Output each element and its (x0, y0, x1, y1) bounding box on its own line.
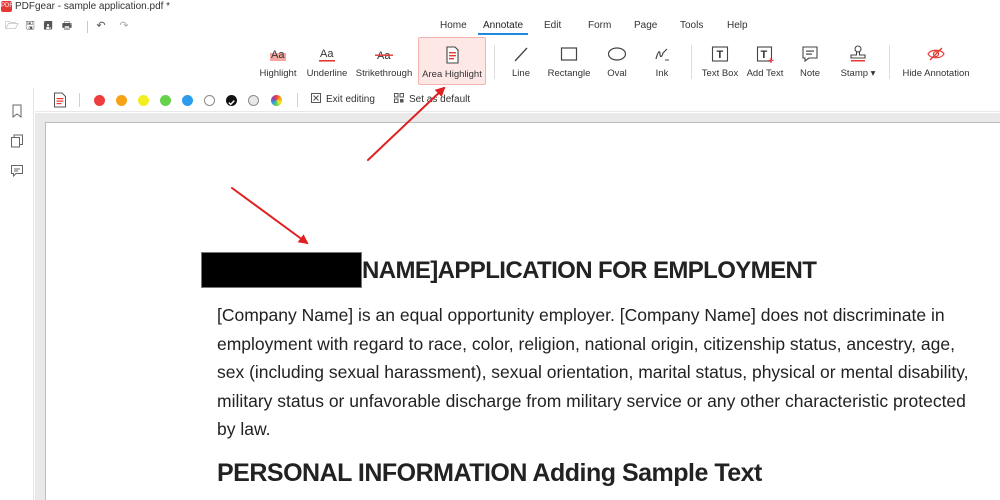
strikethrough-tool[interactable]: Aa Strikethrough (354, 37, 414, 85)
note-icon (802, 46, 818, 63)
exit-editing-icon (311, 93, 321, 103)
rectangle-icon (560, 47, 578, 61)
comments-icon[interactable] (10, 164, 24, 178)
line-icon (514, 47, 528, 62)
menu-home[interactable]: Home (440, 19, 467, 33)
ink-pen-icon (655, 48, 669, 61)
strikethrough-text-icon: Aa (375, 50, 393, 62)
svg-text:Aa: Aa (377, 50, 391, 62)
ribbon-divider (889, 45, 890, 79)
menu-annotate[interactable]: Annotate (483, 19, 523, 33)
underline-text-icon: Aa (319, 48, 335, 62)
ribbon-divider (494, 45, 495, 79)
text-box-tool[interactable]: T Text Box (699, 37, 741, 85)
color-swatch-orange[interactable] (116, 95, 127, 106)
note-tool[interactable]: Note (792, 37, 828, 85)
pdfgear-logo-icon: PDF (1, 1, 13, 12)
hide-annotation-tool[interactable]: Hide Annotation (898, 37, 974, 85)
oval-icon (607, 47, 627, 61)
color-swatch-light-gray[interactable] (248, 95, 259, 106)
annotate-ribbon: Aa Highlight Aa Underline Aa Strikethrou… (0, 37, 1000, 87)
document-paragraph: [Company Name] is an equal opportunity e… (217, 305, 969, 439)
title-bar: PDF PDFgear - sample application.pdf * (0, 0, 1000, 14)
underline-tool[interactable]: Aa Underline (304, 37, 350, 85)
color-swatch-black-selected[interactable] (226, 95, 237, 106)
rectangle-tool[interactable]: Rectangle (544, 37, 594, 85)
text-box-icon: T (711, 46, 729, 62)
active-tab-indicator (478, 33, 528, 35)
svg-text:+: + (768, 56, 774, 64)
checkmark-icon (228, 100, 235, 106)
subbar-divider (297, 93, 298, 107)
add-text-icon: T+ (756, 46, 774, 64)
oval-tool[interactable]: Oval (598, 37, 636, 85)
bookmark-icon[interactable] (10, 104, 24, 118)
pages-thumbnail-icon[interactable] (10, 134, 24, 148)
color-swatch-blue[interactable] (182, 95, 193, 106)
custom-color-picker-icon[interactable] (271, 95, 282, 106)
ribbon-divider (691, 45, 692, 79)
svg-text:Aa: Aa (320, 48, 334, 60)
area-highlight-tool[interactable]: Area Highlight (418, 37, 486, 85)
color-swatch-red[interactable] (94, 95, 105, 106)
hide-annotation-icon (927, 47, 945, 61)
stamp-icon (850, 45, 866, 62)
left-sidebar (0, 88, 34, 500)
add-text-tool[interactable]: T + Add Text (744, 37, 786, 85)
document-section-heading: PERSONAL INFORMATION Adding Sample Text (217, 459, 762, 487)
subbar-divider (79, 93, 80, 107)
menu-tools[interactable]: Tools (680, 19, 703, 33)
annotation-properties-bar: Exit editing Set as default (35, 88, 1000, 112)
color-swatch-yellow[interactable] (138, 95, 149, 106)
svg-text:T: T (717, 49, 724, 61)
menu-page[interactable]: Page (634, 19, 657, 33)
menu-help[interactable]: Help (727, 19, 748, 33)
set-default-icon (394, 93, 404, 103)
svg-text:T: T (761, 49, 768, 61)
menu-bar: Home Annotate Edit Form Page Tools Help (0, 16, 1000, 36)
color-swatch-green[interactable] (160, 95, 171, 106)
color-swatch-white[interactable] (204, 95, 215, 106)
stamp-tool[interactable]: Stamp ▾ (834, 37, 882, 85)
line-tool[interactable]: Line (502, 37, 540, 85)
ink-tool[interactable]: Ink (644, 37, 680, 85)
highlight-text-icon: Aa (270, 49, 286, 61)
window-title: PDFgear - sample application.pdf * (15, 1, 171, 12)
area-highlight-annotation[interactable] (201, 252, 362, 288)
menu-form[interactable]: Form (588, 19, 611, 33)
menu-edit[interactable]: Edit (544, 19, 561, 33)
exit-editing-button[interactable]: Exit editing (311, 92, 375, 108)
area-highlight-style-icon[interactable] (53, 92, 67, 108)
area-highlight-icon (446, 46, 459, 64)
svg-text:Aa: Aa (271, 49, 285, 61)
highlight-tool[interactable]: Aa Highlight (256, 37, 300, 85)
document-heading: NAME]APPLICATION FOR EMPLOYMENT (362, 257, 817, 284)
set-as-default-button[interactable]: Set as default (394, 92, 470, 108)
